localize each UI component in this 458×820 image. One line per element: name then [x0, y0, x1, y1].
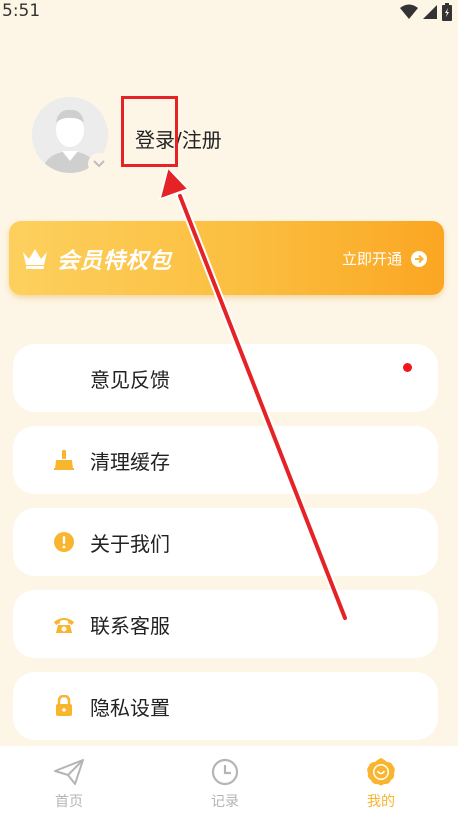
smile-flower-icon: [367, 758, 395, 786]
tab-mine[interactable]: 我的: [336, 756, 426, 811]
status-bar: 5:51: [0, 0, 458, 26]
menu-item-clear-cache[interactable]: 清理缓存: [13, 426, 438, 494]
menu-item-label: 关于我们: [90, 532, 170, 556]
status-icons: [400, 3, 452, 21]
notification-dot: [403, 363, 412, 372]
tab-records[interactable]: 记录: [180, 756, 270, 811]
menu-item-feedback[interactable]: 意见反馈: [13, 344, 438, 412]
signal-icon: [423, 5, 437, 19]
menu-item-label: 意见反馈: [90, 368, 170, 392]
vip-title: 会员特权包: [57, 249, 173, 274]
annotation-highlight-box: [121, 96, 178, 167]
tab-home[interactable]: 首页: [24, 756, 114, 811]
info-icon: [54, 532, 74, 552]
vip-open-label: 立即开通: [341, 250, 402, 268]
menu-item-label: 隐私设置: [90, 696, 170, 720]
phone-icon: [54, 618, 74, 633]
vip-banner[interactable]: 会员特权包 立即开通: [9, 221, 444, 295]
status-time: 5:51: [2, 1, 41, 21]
bottom-tab-bar: 首页 记录 我的: [0, 746, 458, 820]
tab-label: 记录: [211, 794, 239, 810]
avatar-badge: [88, 153, 110, 175]
menu-item-contact[interactable]: 联系客服: [13, 590, 438, 658]
clock-icon: [211, 758, 239, 786]
broom-icon: [54, 450, 74, 470]
menu-item-about[interactable]: 关于我们: [13, 508, 438, 576]
battery-icon: [442, 3, 452, 21]
paper-plane-icon: [54, 759, 84, 785]
menu-item-label: 清理缓存: [90, 450, 170, 474]
lock-icon: [56, 695, 72, 716]
tab-label: 首页: [55, 794, 83, 810]
vip-open-button[interactable]: 立即开通: [342, 248, 428, 269]
menu-item-label: 联系客服: [90, 614, 170, 638]
menu-item-privacy[interactable]: 隐私设置: [13, 672, 438, 740]
wifi-icon: [400, 4, 418, 19]
tab-label: 我的: [367, 794, 395, 810]
chevron-down-icon: [93, 160, 105, 168]
crown-icon: [23, 249, 47, 269]
arrow-right-circle-icon: [411, 250, 427, 267]
